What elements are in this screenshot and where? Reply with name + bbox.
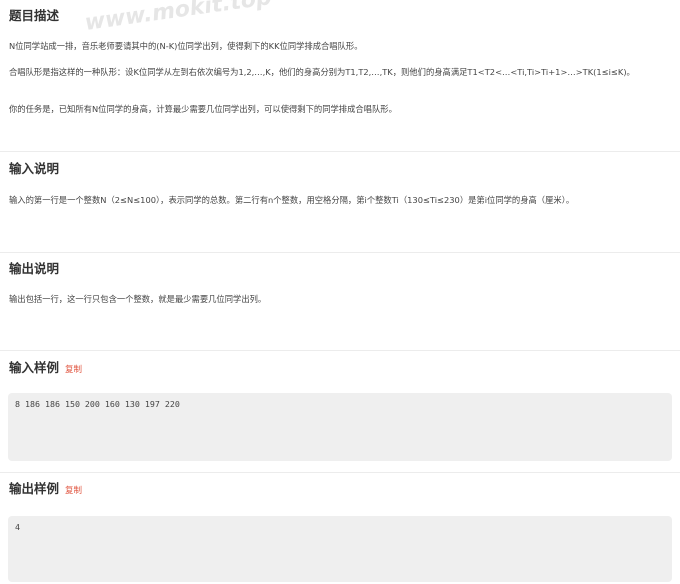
divider bbox=[0, 252, 680, 253]
watermark: www.mokit.top bbox=[83, 0, 274, 36]
divider bbox=[0, 472, 680, 473]
sample-output-title: 输出样例 bbox=[9, 481, 60, 496]
sample-input-heading: 输入样例 复制 bbox=[9, 360, 82, 378]
sample-output-value: 4 bbox=[15, 522, 20, 532]
sample-input-box[interactable]: 8 186 186 150 200 160 130 197 220 bbox=[8, 393, 672, 461]
input-desc-heading: 输入说明 bbox=[9, 161, 60, 176]
description-paragraph-2: 合唱队形是指这样的一种队形：设K位同学从左到右依次编号为1,2,…,K，他们的身… bbox=[9, 67, 635, 77]
copy-sample-output-button[interactable]: 复制 bbox=[65, 486, 82, 496]
sample-input-title: 输入样例 bbox=[9, 360, 60, 375]
output-desc-text: 输出包括一行，这一行只包含一个整数，就是最少需要几位同学出列。 bbox=[9, 294, 267, 304]
copy-sample-input-button[interactable]: 复制 bbox=[65, 365, 82, 375]
description-paragraph-3: 你的任务是，已知所有N位同学的身高，计算最少需要几位同学出列，可以使得剩下的同学… bbox=[9, 104, 397, 114]
output-desc-heading: 输出说明 bbox=[9, 261, 60, 276]
sample-input-value: 8 186 186 150 200 160 130 197 220 bbox=[15, 399, 180, 409]
divider bbox=[0, 350, 680, 351]
sample-output-heading: 输出样例 复制 bbox=[9, 481, 82, 499]
description-paragraph-1: N位同学站成一排，音乐老师要请其中的(N-K)位同学出列，使得剩下的KK位同学排… bbox=[9, 41, 363, 51]
input-desc-text: 输入的第一行是一个整数N（2≤N≤100），表示同学的总数。第二行有n个整数，用… bbox=[9, 195, 575, 205]
divider bbox=[0, 151, 680, 152]
description-heading: 题目描述 bbox=[9, 8, 60, 23]
sample-output-box[interactable]: 4 bbox=[8, 516, 672, 582]
